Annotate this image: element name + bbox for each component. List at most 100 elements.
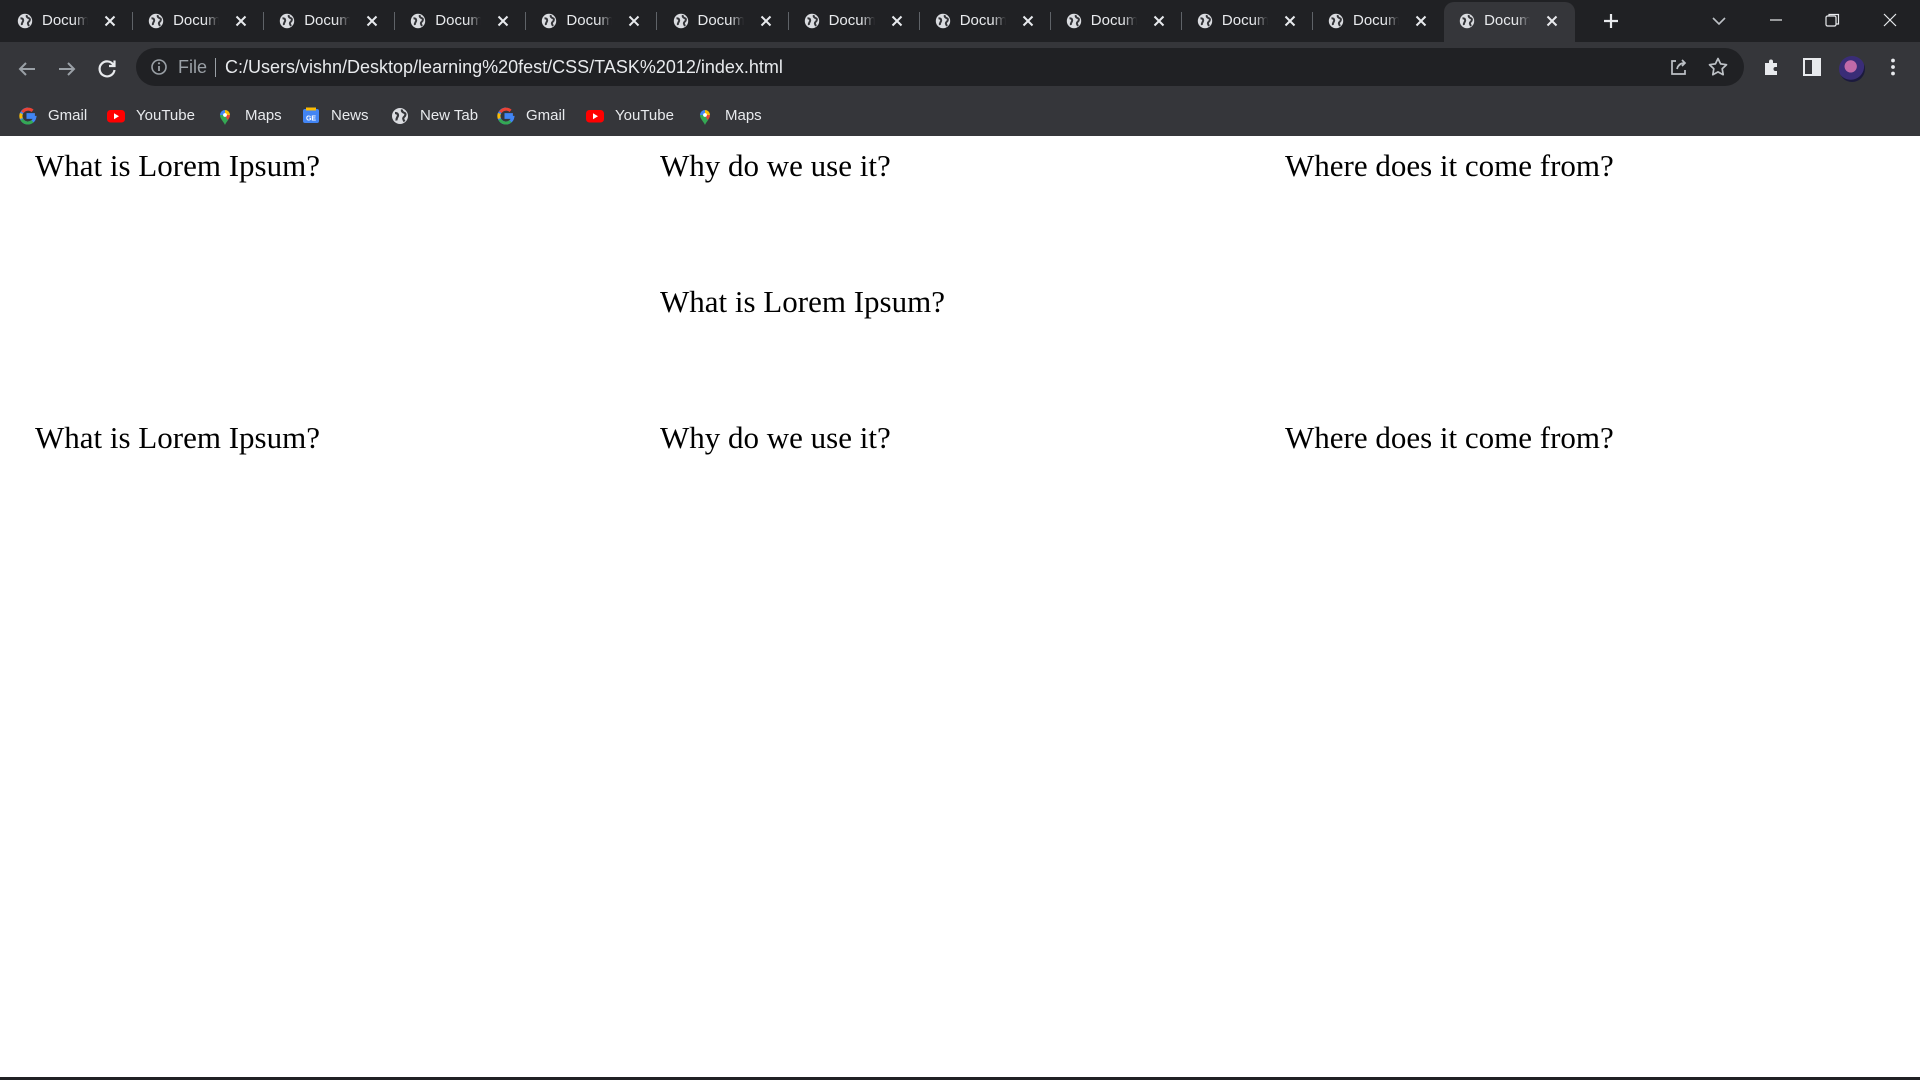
bookmark-item[interactable]: New Tab: [390, 104, 480, 128]
tab-title: Docum: [828, 12, 875, 29]
bookmarks-bar: Gmail YouTube Maps GE News New Tab Gmail YouTub…: [0, 96, 1920, 136]
content-heading: Why do we use it?: [660, 148, 891, 183]
close-window-button[interactable]: [1862, 0, 1918, 38]
tab-title: Docum: [1221, 12, 1268, 29]
news-icon: GE: [301, 106, 321, 126]
tab-strip: Docum Docum Docum Docum Docum Docum Docum Docum…: [0, 0, 1920, 42]
profile-avatar[interactable]: [1839, 56, 1865, 82]
tab-title: Docum: [1090, 12, 1137, 29]
bookmark-star-icon[interactable]: [1707, 56, 1729, 78]
bookmark-label: Gmail: [526, 107, 566, 124]
globe-icon: [1327, 12, 1345, 30]
tab-close-icon[interactable]: [1152, 14, 1166, 28]
tab-close-icon[interactable]: [1545, 14, 1559, 28]
tab[interactable]: Docum: [1313, 0, 1444, 42]
restore-button[interactable]: [1804, 0, 1860, 38]
tab[interactable]: Docum: [264, 0, 396, 42]
scheme-label: File: [178, 57, 208, 77]
address-bar[interactable]: File C:/Users/vishn/Desktop/learning%20f…: [136, 48, 1744, 86]
tab[interactable]: Docum: [920, 0, 1051, 42]
tab[interactable]: Docum: [526, 0, 658, 42]
tab-title: Docum: [1353, 12, 1399, 29]
svg-text:GE: GE: [306, 116, 316, 123]
extensions-puzzle-icon[interactable]: [1761, 56, 1783, 78]
reload-icon[interactable]: [95, 57, 119, 81]
tab-close-icon[interactable]: [1414, 14, 1428, 28]
tab-close-icon[interactable]: [1283, 14, 1297, 28]
globe-icon: [1458, 12, 1476, 30]
tab[interactable]: Docum: [1182, 0, 1313, 42]
tab-close-icon[interactable]: [1021, 14, 1035, 28]
globe-icon: [672, 12, 690, 30]
tab-title: Docum: [42, 12, 88, 29]
side-panel-icon[interactable]: [1801, 56, 1823, 78]
browser-toolbar: File C:/Users/vishn/Desktop/learning%20f…: [0, 42, 1920, 96]
tab[interactable]: Docum: [395, 0, 527, 42]
globe-icon: [1196, 12, 1214, 30]
content-heading: What is Lorem Ipsum?: [35, 148, 320, 183]
tab-close-icon[interactable]: [496, 14, 510, 28]
tab-title: Docum: [173, 12, 220, 29]
bookmark-label: New Tab: [420, 107, 479, 124]
forward-arrow-icon[interactable]: [55, 57, 79, 81]
globe-icon: [803, 12, 821, 30]
globe-icon: [147, 12, 165, 30]
globe-icon: [390, 106, 410, 126]
url-separator: [215, 58, 216, 77]
url-text[interactable]: C:/Users/vishn/Desktop/learning%20fest/C…: [225, 57, 783, 77]
restore-icon: [1825, 13, 1840, 27]
minimize-button[interactable]: [1748, 0, 1804, 38]
content-heading: Where does it come from?: [1285, 420, 1614, 455]
tab-title: Docum: [304, 12, 351, 29]
tab[interactable]: Docum: [658, 0, 789, 42]
maps-icon: [695, 106, 715, 126]
new-tab-plus-icon[interactable]: [1601, 11, 1621, 31]
tab-close-icon[interactable]: [759, 14, 773, 28]
content-heading: What is Lorem Ipsum?: [660, 284, 945, 319]
maps-icon: [215, 106, 235, 126]
bookmark-label: Gmail: [48, 107, 88, 124]
content-heading: Why do we use it?: [660, 420, 891, 455]
tab-title: Docum: [1484, 12, 1531, 29]
bookmark-label: Maps: [725, 107, 762, 124]
youtube-icon: [106, 106, 126, 126]
tab-close-icon[interactable]: [627, 14, 641, 28]
google-icon: [496, 106, 516, 126]
tab-close-icon[interactable]: [234, 14, 248, 28]
tab[interactable]: Docum: [789, 0, 920, 42]
tab[interactable]: Docum: [1051, 0, 1182, 42]
tab-search-chevron-down-icon[interactable]: [1709, 11, 1729, 31]
bookmark-item[interactable]: YouTube: [585, 104, 675, 128]
bookmark-item[interactable]: Gmail: [496, 104, 586, 128]
bookmark-item[interactable]: Gmail: [18, 104, 108, 128]
page-content: What is Lorem Ipsum? Why do we use it? Whe…: [0, 136, 1920, 1077]
bookmark-label: News: [331, 107, 369, 124]
google-icon: [18, 106, 38, 126]
tab-title: Docum: [435, 12, 482, 29]
bookmark-item[interactable]: Maps: [215, 104, 305, 128]
globe-icon: [409, 12, 427, 30]
tab-close-icon[interactable]: [365, 14, 379, 28]
tab-title: Docum: [697, 12, 744, 29]
tab[interactable]: Docum: [133, 0, 265, 42]
bookmark-label: YouTube: [615, 107, 674, 124]
info-icon[interactable]: [150, 58, 168, 76]
tab-title: Docum: [566, 12, 613, 29]
bookmark-label: YouTube: [136, 107, 195, 124]
tab-active[interactable]: Docum: [1444, 2, 1576, 42]
globe-icon: [278, 12, 296, 30]
share-icon[interactable]: [1667, 56, 1689, 78]
back-arrow-icon[interactable]: [15, 57, 39, 81]
bookmark-label: Maps: [245, 107, 282, 124]
tab[interactable]: Docum: [2, 0, 133, 42]
bookmark-item[interactable]: YouTube: [106, 104, 196, 128]
tab-close-icon[interactable]: [103, 14, 117, 28]
content-heading: Where does it come from?: [1285, 148, 1614, 183]
globe-icon: [1065, 12, 1083, 30]
tab-close-icon[interactable]: [890, 14, 904, 28]
youtube-icon: [585, 106, 605, 126]
bookmark-item[interactable]: Maps: [695, 104, 785, 128]
globe-icon: [934, 12, 952, 30]
bookmark-item[interactable]: GE News: [301, 104, 391, 128]
kebab-menu-icon[interactable]: [1882, 56, 1904, 78]
